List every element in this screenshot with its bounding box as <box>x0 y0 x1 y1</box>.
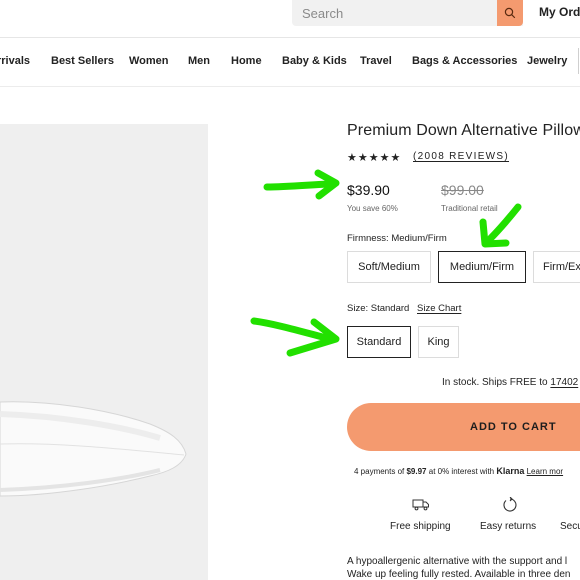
feature-secure: Secu <box>560 521 580 532</box>
klarna-logo: Klarna <box>496 466 525 476</box>
stock-status: In stock. Ships FREE to 17402 <box>442 377 578 388</box>
search-icon <box>504 7 516 19</box>
size-option-king[interactable]: King <box>418 326 459 358</box>
feature-free-shipping: Free shipping <box>390 521 451 532</box>
nav-scroll-divider <box>578 48 579 74</box>
nav-item-baby-kids[interactable]: Baby & Kids <box>282 55 347 67</box>
reviews-link[interactable]: (2008 REVIEWS) <box>413 151 509 162</box>
klarna-prefix: 4 payments of <box>354 467 405 476</box>
pillow-image <box>0 401 187 497</box>
klarna-amount: $9.97 <box>406 467 427 476</box>
firmness-label: Firmness: Medium/Firm <box>347 233 447 244</box>
description-line: Wake up feeling fully rested. Available … <box>347 569 571 580</box>
klarna-financing: 4 payments of $9.97 at 0% interest with … <box>354 466 563 476</box>
header-divider <box>0 37 580 38</box>
nav-item-bags-accessories[interactable]: Bags & Accessories <box>412 55 517 67</box>
truck-icon <box>412 496 430 514</box>
size-chart-link[interactable]: Size Chart <box>417 303 461 314</box>
sale-price: $39.90 <box>347 182 390 198</box>
nav-divider <box>0 86 580 87</box>
nav-item-new-arrivals[interactable]: rrivals <box>0 55 30 67</box>
product-image[interactable] <box>0 124 208 580</box>
feature-easy-returns: Easy returns <box>480 521 537 532</box>
savings-text: You save 60% <box>347 204 398 213</box>
product-title: Premium Down Alternative Pillow <box>347 122 580 139</box>
search-input[interactable] <box>302 4 492 22</box>
rating-stars-icon: ★★★★★ <box>347 152 402 164</box>
klarna-middle: at 0% interest with <box>428 467 495 476</box>
learn-more-link[interactable]: Learn mor <box>527 467 563 476</box>
description-line: A hypoallergenic alternative with the su… <box>347 556 568 567</box>
nav-item-women[interactable]: Women <box>129 55 169 67</box>
add-to-cart-button[interactable]: ADD TO CART <box>347 403 580 451</box>
nav-item-men[interactable]: Men <box>188 55 210 67</box>
firmness-option-firm[interactable]: Firm/Ex <box>533 251 580 283</box>
annotation-arrow-size-icon <box>250 317 340 357</box>
annotation-arrow-firmness-icon <box>479 203 522 248</box>
search-button[interactable] <box>497 0 523 26</box>
nav-item-jewelry[interactable]: Jewelry <box>527 55 567 67</box>
size-label: Size: Standard <box>347 303 410 314</box>
original-price: $99.00 <box>441 182 484 198</box>
annotation-arrow-price-icon <box>263 169 340 200</box>
product-description: A hypoallergenic alternative with the su… <box>347 555 580 580</box>
my-orders-link[interactable]: My Orde <box>539 5 580 19</box>
zip-code-link[interactable]: 17402 <box>550 377 578 388</box>
return-arrow-icon <box>501 496 519 514</box>
nav-item-best-sellers[interactable]: Best Sellers <box>51 55 114 67</box>
size-option-standard[interactable]: Standard <box>347 326 411 358</box>
nav-item-home[interactable]: Home <box>231 55 262 67</box>
nav-item-travel[interactable]: Travel <box>360 55 392 67</box>
firmness-option-medium-firm[interactable]: Medium/Firm <box>438 251 526 283</box>
firmness-option-soft-medium[interactable]: Soft/Medium <box>347 251 431 283</box>
stock-text: In stock. Ships FREE to <box>442 377 548 388</box>
